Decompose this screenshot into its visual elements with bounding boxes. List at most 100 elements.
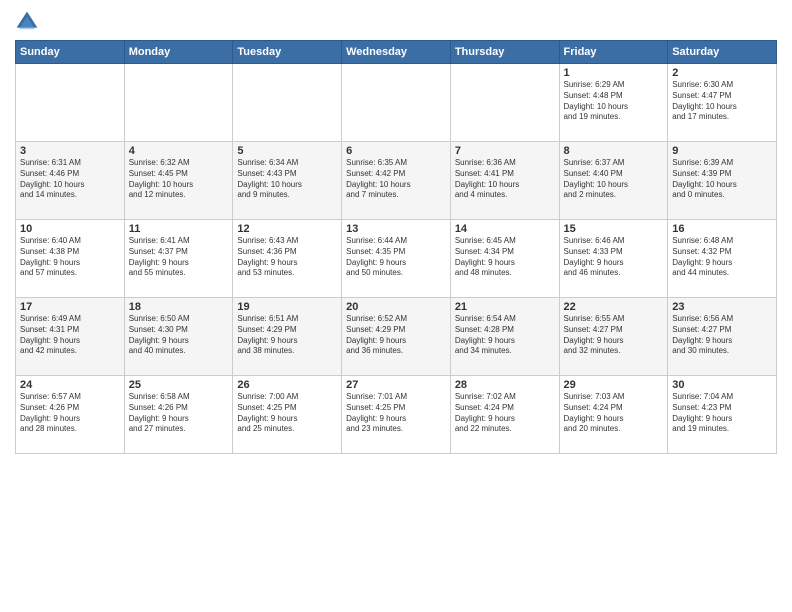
calendar-cell: 27Sunrise: 7:01 AM Sunset: 4:25 PM Dayli… xyxy=(342,376,451,454)
calendar-cell: 9Sunrise: 6:39 AM Sunset: 4:39 PM Daylig… xyxy=(668,142,777,220)
day-info: Sunrise: 6:50 AM Sunset: 4:30 PM Dayligh… xyxy=(129,314,229,357)
day-number: 24 xyxy=(20,379,120,391)
calendar-cell: 7Sunrise: 6:36 AM Sunset: 4:41 PM Daylig… xyxy=(450,142,559,220)
calendar-cell: 4Sunrise: 6:32 AM Sunset: 4:45 PM Daylig… xyxy=(124,142,233,220)
week-row-1: 3Sunrise: 6:31 AM Sunset: 4:46 PM Daylig… xyxy=(16,142,777,220)
day-number: 16 xyxy=(672,223,772,235)
day-number: 23 xyxy=(672,301,772,313)
week-row-0: 1Sunrise: 6:29 AM Sunset: 4:48 PM Daylig… xyxy=(16,64,777,142)
calendar-cell: 21Sunrise: 6:54 AM Sunset: 4:28 PM Dayli… xyxy=(450,298,559,376)
week-row-3: 17Sunrise: 6:49 AM Sunset: 4:31 PM Dayli… xyxy=(16,298,777,376)
day-number: 21 xyxy=(455,301,555,313)
header-day-sunday: Sunday xyxy=(16,41,125,64)
header-day-tuesday: Tuesday xyxy=(233,41,342,64)
calendar-cell: 10Sunrise: 6:40 AM Sunset: 4:38 PM Dayli… xyxy=(16,220,125,298)
day-info: Sunrise: 6:31 AM Sunset: 4:46 PM Dayligh… xyxy=(20,158,120,201)
day-number: 29 xyxy=(564,379,664,391)
day-info: Sunrise: 6:43 AM Sunset: 4:36 PM Dayligh… xyxy=(237,236,337,279)
day-info: Sunrise: 6:29 AM Sunset: 4:48 PM Dayligh… xyxy=(564,80,664,123)
calendar-cell: 17Sunrise: 6:49 AM Sunset: 4:31 PM Dayli… xyxy=(16,298,125,376)
calendar-cell: 13Sunrise: 6:44 AM Sunset: 4:35 PM Dayli… xyxy=(342,220,451,298)
day-info: Sunrise: 6:49 AM Sunset: 4:31 PM Dayligh… xyxy=(20,314,120,357)
day-info: Sunrise: 6:44 AM Sunset: 4:35 PM Dayligh… xyxy=(346,236,446,279)
week-row-4: 24Sunrise: 6:57 AM Sunset: 4:26 PM Dayli… xyxy=(16,376,777,454)
day-number: 13 xyxy=(346,223,446,235)
day-info: Sunrise: 6:32 AM Sunset: 4:45 PM Dayligh… xyxy=(129,158,229,201)
day-info: Sunrise: 6:41 AM Sunset: 4:37 PM Dayligh… xyxy=(129,236,229,279)
calendar-cell: 3Sunrise: 6:31 AM Sunset: 4:46 PM Daylig… xyxy=(16,142,125,220)
calendar-cell: 22Sunrise: 6:55 AM Sunset: 4:27 PM Dayli… xyxy=(559,298,668,376)
calendar-table: SundayMondayTuesdayWednesdayThursdayFrid… xyxy=(15,40,777,454)
day-number: 5 xyxy=(237,145,337,157)
day-number: 3 xyxy=(20,145,120,157)
day-number: 6 xyxy=(346,145,446,157)
calendar-cell: 23Sunrise: 6:56 AM Sunset: 4:27 PM Dayli… xyxy=(668,298,777,376)
day-number: 12 xyxy=(237,223,337,235)
week-row-2: 10Sunrise: 6:40 AM Sunset: 4:38 PM Dayli… xyxy=(16,220,777,298)
day-info: Sunrise: 6:51 AM Sunset: 4:29 PM Dayligh… xyxy=(237,314,337,357)
header-day-wednesday: Wednesday xyxy=(342,41,451,64)
day-info: Sunrise: 7:02 AM Sunset: 4:24 PM Dayligh… xyxy=(455,392,555,435)
calendar-cell: 6Sunrise: 6:35 AM Sunset: 4:42 PM Daylig… xyxy=(342,142,451,220)
day-info: Sunrise: 6:46 AM Sunset: 4:33 PM Dayligh… xyxy=(564,236,664,279)
calendar-cell xyxy=(233,64,342,142)
calendar-cell: 11Sunrise: 6:41 AM Sunset: 4:37 PM Dayli… xyxy=(124,220,233,298)
day-info: Sunrise: 6:45 AM Sunset: 4:34 PM Dayligh… xyxy=(455,236,555,279)
calendar-cell: 26Sunrise: 7:00 AM Sunset: 4:25 PM Dayli… xyxy=(233,376,342,454)
day-number: 2 xyxy=(672,67,772,79)
day-info: Sunrise: 6:36 AM Sunset: 4:41 PM Dayligh… xyxy=(455,158,555,201)
calendar-cell xyxy=(342,64,451,142)
day-number: 26 xyxy=(237,379,337,391)
day-number: 4 xyxy=(129,145,229,157)
day-number: 25 xyxy=(129,379,229,391)
header-day-saturday: Saturday xyxy=(668,41,777,64)
calendar-cell xyxy=(124,64,233,142)
calendar-cell: 8Sunrise: 6:37 AM Sunset: 4:40 PM Daylig… xyxy=(559,142,668,220)
day-number: 1 xyxy=(564,67,664,79)
day-number: 8 xyxy=(564,145,664,157)
day-number: 7 xyxy=(455,145,555,157)
calendar-header: SundayMondayTuesdayWednesdayThursdayFrid… xyxy=(16,41,777,64)
day-info: Sunrise: 6:52 AM Sunset: 4:29 PM Dayligh… xyxy=(346,314,446,357)
day-info: Sunrise: 6:35 AM Sunset: 4:42 PM Dayligh… xyxy=(346,158,446,201)
logo xyxy=(15,10,43,34)
calendar-cell: 24Sunrise: 6:57 AM Sunset: 4:26 PM Dayli… xyxy=(16,376,125,454)
calendar-cell xyxy=(450,64,559,142)
calendar-cell: 20Sunrise: 6:52 AM Sunset: 4:29 PM Dayli… xyxy=(342,298,451,376)
day-number: 15 xyxy=(564,223,664,235)
header-row: SundayMondayTuesdayWednesdayThursdayFrid… xyxy=(16,41,777,64)
header xyxy=(15,10,777,34)
day-info: Sunrise: 6:57 AM Sunset: 4:26 PM Dayligh… xyxy=(20,392,120,435)
calendar-cell: 2Sunrise: 6:30 AM Sunset: 4:47 PM Daylig… xyxy=(668,64,777,142)
day-info: Sunrise: 6:39 AM Sunset: 4:39 PM Dayligh… xyxy=(672,158,772,201)
calendar-cell: 12Sunrise: 6:43 AM Sunset: 4:36 PM Dayli… xyxy=(233,220,342,298)
calendar-cell: 25Sunrise: 6:58 AM Sunset: 4:26 PM Dayli… xyxy=(124,376,233,454)
calendar-cell: 5Sunrise: 6:34 AM Sunset: 4:43 PM Daylig… xyxy=(233,142,342,220)
page: SundayMondayTuesdayWednesdayThursdayFrid… xyxy=(0,0,792,612)
day-number: 18 xyxy=(129,301,229,313)
calendar-cell: 14Sunrise: 6:45 AM Sunset: 4:34 PM Dayli… xyxy=(450,220,559,298)
day-number: 20 xyxy=(346,301,446,313)
calendar-cell: 15Sunrise: 6:46 AM Sunset: 4:33 PM Dayli… xyxy=(559,220,668,298)
day-number: 22 xyxy=(564,301,664,313)
day-info: Sunrise: 7:00 AM Sunset: 4:25 PM Dayligh… xyxy=(237,392,337,435)
day-number: 17 xyxy=(20,301,120,313)
day-number: 11 xyxy=(129,223,229,235)
day-info: Sunrise: 6:37 AM Sunset: 4:40 PM Dayligh… xyxy=(564,158,664,201)
calendar-cell xyxy=(16,64,125,142)
day-number: 30 xyxy=(672,379,772,391)
calendar-cell: 1Sunrise: 6:29 AM Sunset: 4:48 PM Daylig… xyxy=(559,64,668,142)
day-info: Sunrise: 6:55 AM Sunset: 4:27 PM Dayligh… xyxy=(564,314,664,357)
day-number: 9 xyxy=(672,145,772,157)
header-day-friday: Friday xyxy=(559,41,668,64)
day-info: Sunrise: 6:58 AM Sunset: 4:26 PM Dayligh… xyxy=(129,392,229,435)
day-info: Sunrise: 6:34 AM Sunset: 4:43 PM Dayligh… xyxy=(237,158,337,201)
day-info: Sunrise: 6:56 AM Sunset: 4:27 PM Dayligh… xyxy=(672,314,772,357)
day-number: 19 xyxy=(237,301,337,313)
day-number: 14 xyxy=(455,223,555,235)
day-info: Sunrise: 6:40 AM Sunset: 4:38 PM Dayligh… xyxy=(20,236,120,279)
day-info: Sunrise: 6:30 AM Sunset: 4:47 PM Dayligh… xyxy=(672,80,772,123)
calendar-cell: 19Sunrise: 6:51 AM Sunset: 4:29 PM Dayli… xyxy=(233,298,342,376)
day-number: 10 xyxy=(20,223,120,235)
day-number: 27 xyxy=(346,379,446,391)
